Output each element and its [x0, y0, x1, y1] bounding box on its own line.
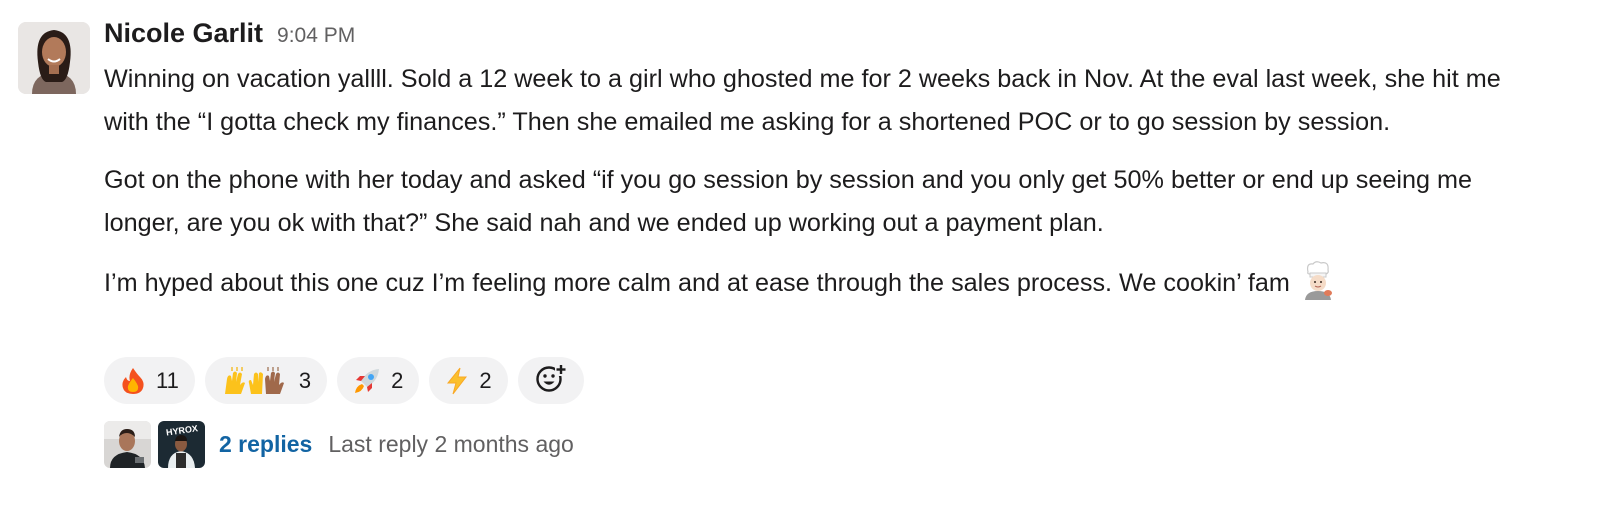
add-reaction-icon	[535, 363, 567, 399]
message-paragraph-text: I’m hyped about this one cuz I’m feeling…	[104, 269, 1290, 297]
zap-icon	[445, 367, 469, 395]
fire-icon	[120, 367, 146, 395]
woman-cook-emoji-icon	[1301, 260, 1335, 300]
add-reaction-button[interactable]	[517, 357, 584, 404]
message-header: Nicole Garlit 9:04 PM	[104, 18, 355, 49]
reply-avatar[interactable]	[104, 421, 151, 468]
message-paragraph: Got on the phone with her today and aske…	[104, 166, 1472, 237]
reaction-rocket[interactable]: 2	[337, 357, 420, 404]
reply-avatar[interactable]: HYROX	[158, 421, 205, 468]
reaction-count: 2	[479, 367, 492, 393]
last-reply-text: Last reply 2 months ago	[328, 431, 574, 457]
message-body: Winning on vacation yallll. Sold a 12 we…	[104, 58, 1549, 305]
message-paragraph: I’m hyped about this one cuz I’m feeling…	[104, 260, 1549, 305]
reaction-zap[interactable]: 2	[429, 357, 508, 404]
raised-hands-icon	[221, 366, 289, 395]
reaction-raised-hands[interactable]: 3	[204, 357, 328, 404]
author-avatar[interactable]	[18, 22, 90, 94]
author-name[interactable]: Nicole Garlit	[104, 18, 263, 49]
thread-summary[interactable]: HYROX 2 replies Last reply 2 months ago	[104, 421, 574, 468]
reactions-bar: 11 3 2 2	[104, 357, 584, 404]
reply-count-link[interactable]: 2 replies	[219, 431, 312, 458]
reaction-count: 2	[391, 367, 404, 393]
reaction-count: 3	[298, 367, 312, 393]
rocket-icon	[353, 367, 381, 395]
message-timestamp[interactable]: 9:04 PM	[277, 24, 355, 48]
reaction-count: 11	[156, 367, 179, 393]
reaction-fire[interactable]: 11	[104, 357, 195, 404]
message-paragraph: Winning on vacation yallll. Sold a 12 we…	[104, 65, 1501, 136]
